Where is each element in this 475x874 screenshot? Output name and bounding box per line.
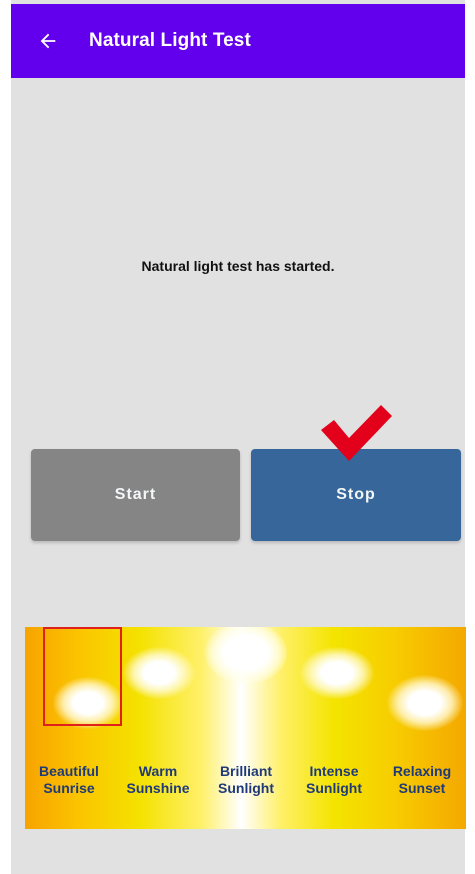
page-title: Natural Light Test: [89, 30, 251, 51]
checkmark-icon: [321, 405, 392, 461]
mode-intense-sunlight[interactable]: Intense Sunlight: [294, 763, 374, 797]
brilliant-glow: [205, 627, 287, 684]
mode-label-line1: Brilliant: [219, 763, 273, 779]
mode-label-line2: Sunrise: [43, 780, 95, 796]
mode-label-line2: Sunlight: [218, 780, 274, 796]
mode-label-line2: Sunlight: [306, 780, 362, 796]
mode-relaxing-sunset[interactable]: Relaxing Sunset: [382, 763, 462, 797]
selection-box: [43, 627, 122, 726]
app-bar: Natural Light Test: [11, 4, 465, 78]
intense-glow: [300, 647, 374, 699]
mode-warm-sunshine[interactable]: Warm Sunshine: [118, 763, 198, 797]
sunshine-glow: [123, 647, 195, 699]
back-arrow-icon[interactable]: [31, 24, 65, 58]
mode-label-line2: Sunshine: [126, 780, 190, 796]
mode-label-line1: Warm: [138, 763, 178, 779]
mode-label-line1: Intense: [309, 763, 359, 779]
start-button[interactable]: Start: [31, 449, 240, 541]
status-message: Natural light test has started.: [141, 258, 335, 274]
light-mode-selector: Beautiful Sunrise Warm Sunshine Brillian…: [25, 627, 466, 829]
mode-label-line1: Relaxing: [392, 763, 452, 779]
sunset-glow: [387, 675, 463, 731]
mode-label-line2: Sunset: [398, 780, 446, 796]
mode-beautiful-sunrise[interactable]: Beautiful Sunrise: [29, 763, 109, 797]
mode-label-line1: Beautiful: [39, 763, 99, 779]
mode-brilliant-sunlight[interactable]: Brilliant Sunlight: [206, 763, 286, 797]
